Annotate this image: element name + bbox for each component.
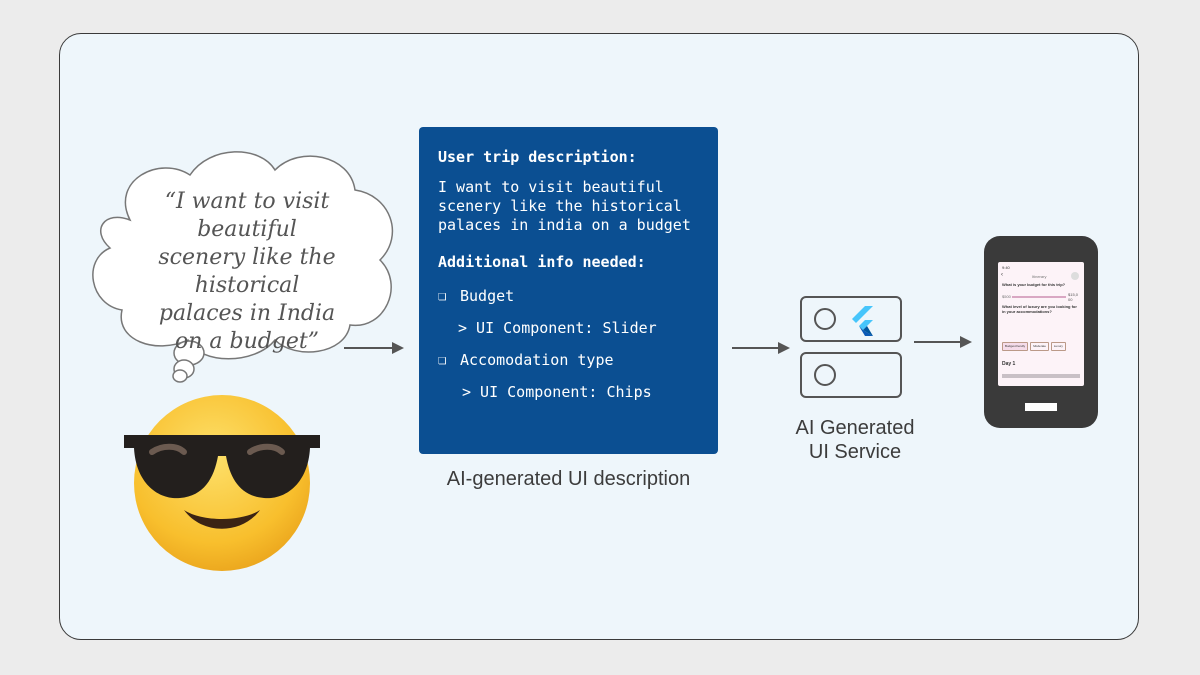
flutter-logo-icon [852,306,873,336]
service-box [800,296,902,342]
slider-value: $15,0 00 [1068,292,1079,302]
sunglasses-emoji-icon [124,395,320,571]
info-item-component: > UI Component: Slider [458,319,657,337]
phone-screen: 9:40 ‹ Itinerary What is your budget for… [998,262,1084,386]
quote-line: “I want to visit beautiful [164,189,330,242]
thought-quote: “I want to visit beautiful scenery like … [112,188,382,356]
checkbox-icon: ❏ [438,352,447,368]
chip[interactable]: Budget-friendly [1002,342,1029,351]
info-heading: Additional info needed: [438,253,646,271]
status-time: 9:40 [1002,265,1010,270]
back-icon: ‹ [1001,272,1003,278]
itinerary-image [1002,374,1080,378]
home-button[interactable] [1025,403,1057,411]
ui-description-caption: AI-generated UI description [446,468,691,490]
quote-line: scenery like the historical [158,245,336,298]
info-item: ❏ Accomodation type [438,351,700,369]
arrow-icon [344,342,404,354]
service-caption-line: AI Generated [795,417,915,439]
slider-min: $500 [1002,294,1011,299]
info-item-label: Budget [460,287,515,305]
trip-text: I want to visit beautiful scenery like t… [438,178,691,234]
budget-question: What is your budget for this trip? [1002,282,1066,287]
checkbox-icon: ❏ [438,288,447,304]
screen-title: Itinerary [1032,274,1047,279]
info-item-label: Accomodation type [460,351,614,369]
trip-heading: User trip description: [438,148,637,166]
service-box [800,352,902,398]
luxury-question: What level of luxury are you looking for… [1002,304,1077,314]
service-caption-line: UI Service [808,441,902,463]
budget-slider [1012,296,1066,298]
quote-line: palaces in India [158,301,336,326]
info-item: ❏ Budget [438,287,700,305]
chip-group: Budget-friendly Moderate Luxury [1002,342,1066,351]
arrow-icon [914,336,972,348]
phone-device: 9:40 ‹ Itinerary What is your budget for… [984,236,1098,428]
day-label: Day 1 [1002,361,1016,367]
circle-icon [814,364,836,386]
arrow-icon [732,342,790,354]
info-item-component: > UI Component: Chips [462,383,652,401]
ui-description-box: User trip description: I want to visit b… [419,127,718,454]
chip[interactable]: Moderate [1030,342,1049,351]
circle-icon [814,308,836,330]
chip[interactable]: Luxury [1050,342,1066,351]
settings-icon [1071,272,1079,280]
service-caption: AI Generated UI Service [770,416,940,464]
